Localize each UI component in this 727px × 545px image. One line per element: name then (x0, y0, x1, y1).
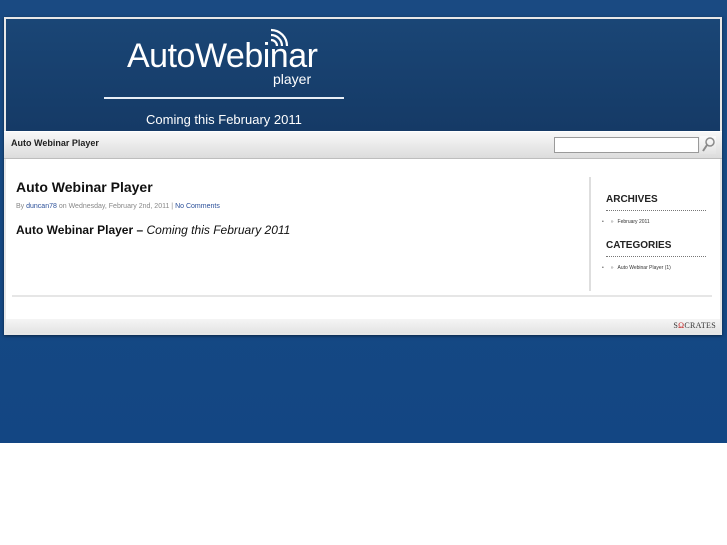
logo-subtitle: player (273, 71, 312, 87)
bullet-icon: • (602, 265, 604, 271)
categories-heading: CATEGORIES (606, 240, 672, 251)
post-body-title: Auto Webinar Player – (16, 223, 144, 237)
search-input[interactable] (554, 137, 699, 153)
post-body: Auto Webinar Player – Coming this Februa… (16, 223, 290, 237)
archives-underline (606, 210, 706, 211)
content-divider (12, 295, 712, 297)
header-tagline: Coming this February 2011 (146, 112, 302, 127)
theme-logo-right: CRATES (684, 321, 716, 330)
post-meta: By duncan78 on Wednesday, February 2nd, … (16, 203, 220, 210)
post-body-tagline: Coming this February 2011 (146, 223, 291, 237)
theme-logo[interactable]: SΩCRATES (673, 321, 716, 330)
category-item-label[interactable]: Auto Webinar Player (1) (618, 265, 671, 271)
post-meta-date: on Wednesday, February 2nd, 2011 | (58, 203, 174, 210)
navigation-bar: Auto Webinar Player (4, 131, 722, 159)
arrow-icon: » (610, 265, 614, 271)
bullet-icon: • (602, 219, 604, 225)
categories-underline (606, 256, 706, 257)
archives-heading: ARCHIVES (606, 194, 658, 205)
logo-divider (104, 97, 344, 99)
post-meta-by: By (16, 203, 25, 210)
sidebar-divider (589, 177, 591, 291)
arrow-icon: » (610, 219, 614, 225)
search-icon (702, 137, 715, 152)
post-title[interactable]: Auto Webinar Player (16, 179, 153, 195)
search-button[interactable] (700, 136, 716, 154)
footer: SΩCRATES (6, 319, 720, 333)
post-author-link[interactable]: duncan78 (26, 203, 57, 210)
post-comments-link[interactable]: No Comments (175, 203, 220, 210)
site-header (6, 19, 720, 131)
category-item[interactable]: • » Auto Webinar Player (1) (602, 265, 671, 271)
nav-site-title[interactable]: Auto Webinar Player (11, 138, 99, 148)
archive-item[interactable]: • » February 2011 (602, 219, 650, 225)
archive-item-label[interactable]: February 2011 (618, 219, 650, 225)
main-content: Auto Webinar Player By duncan78 on Wedne… (6, 159, 720, 319)
